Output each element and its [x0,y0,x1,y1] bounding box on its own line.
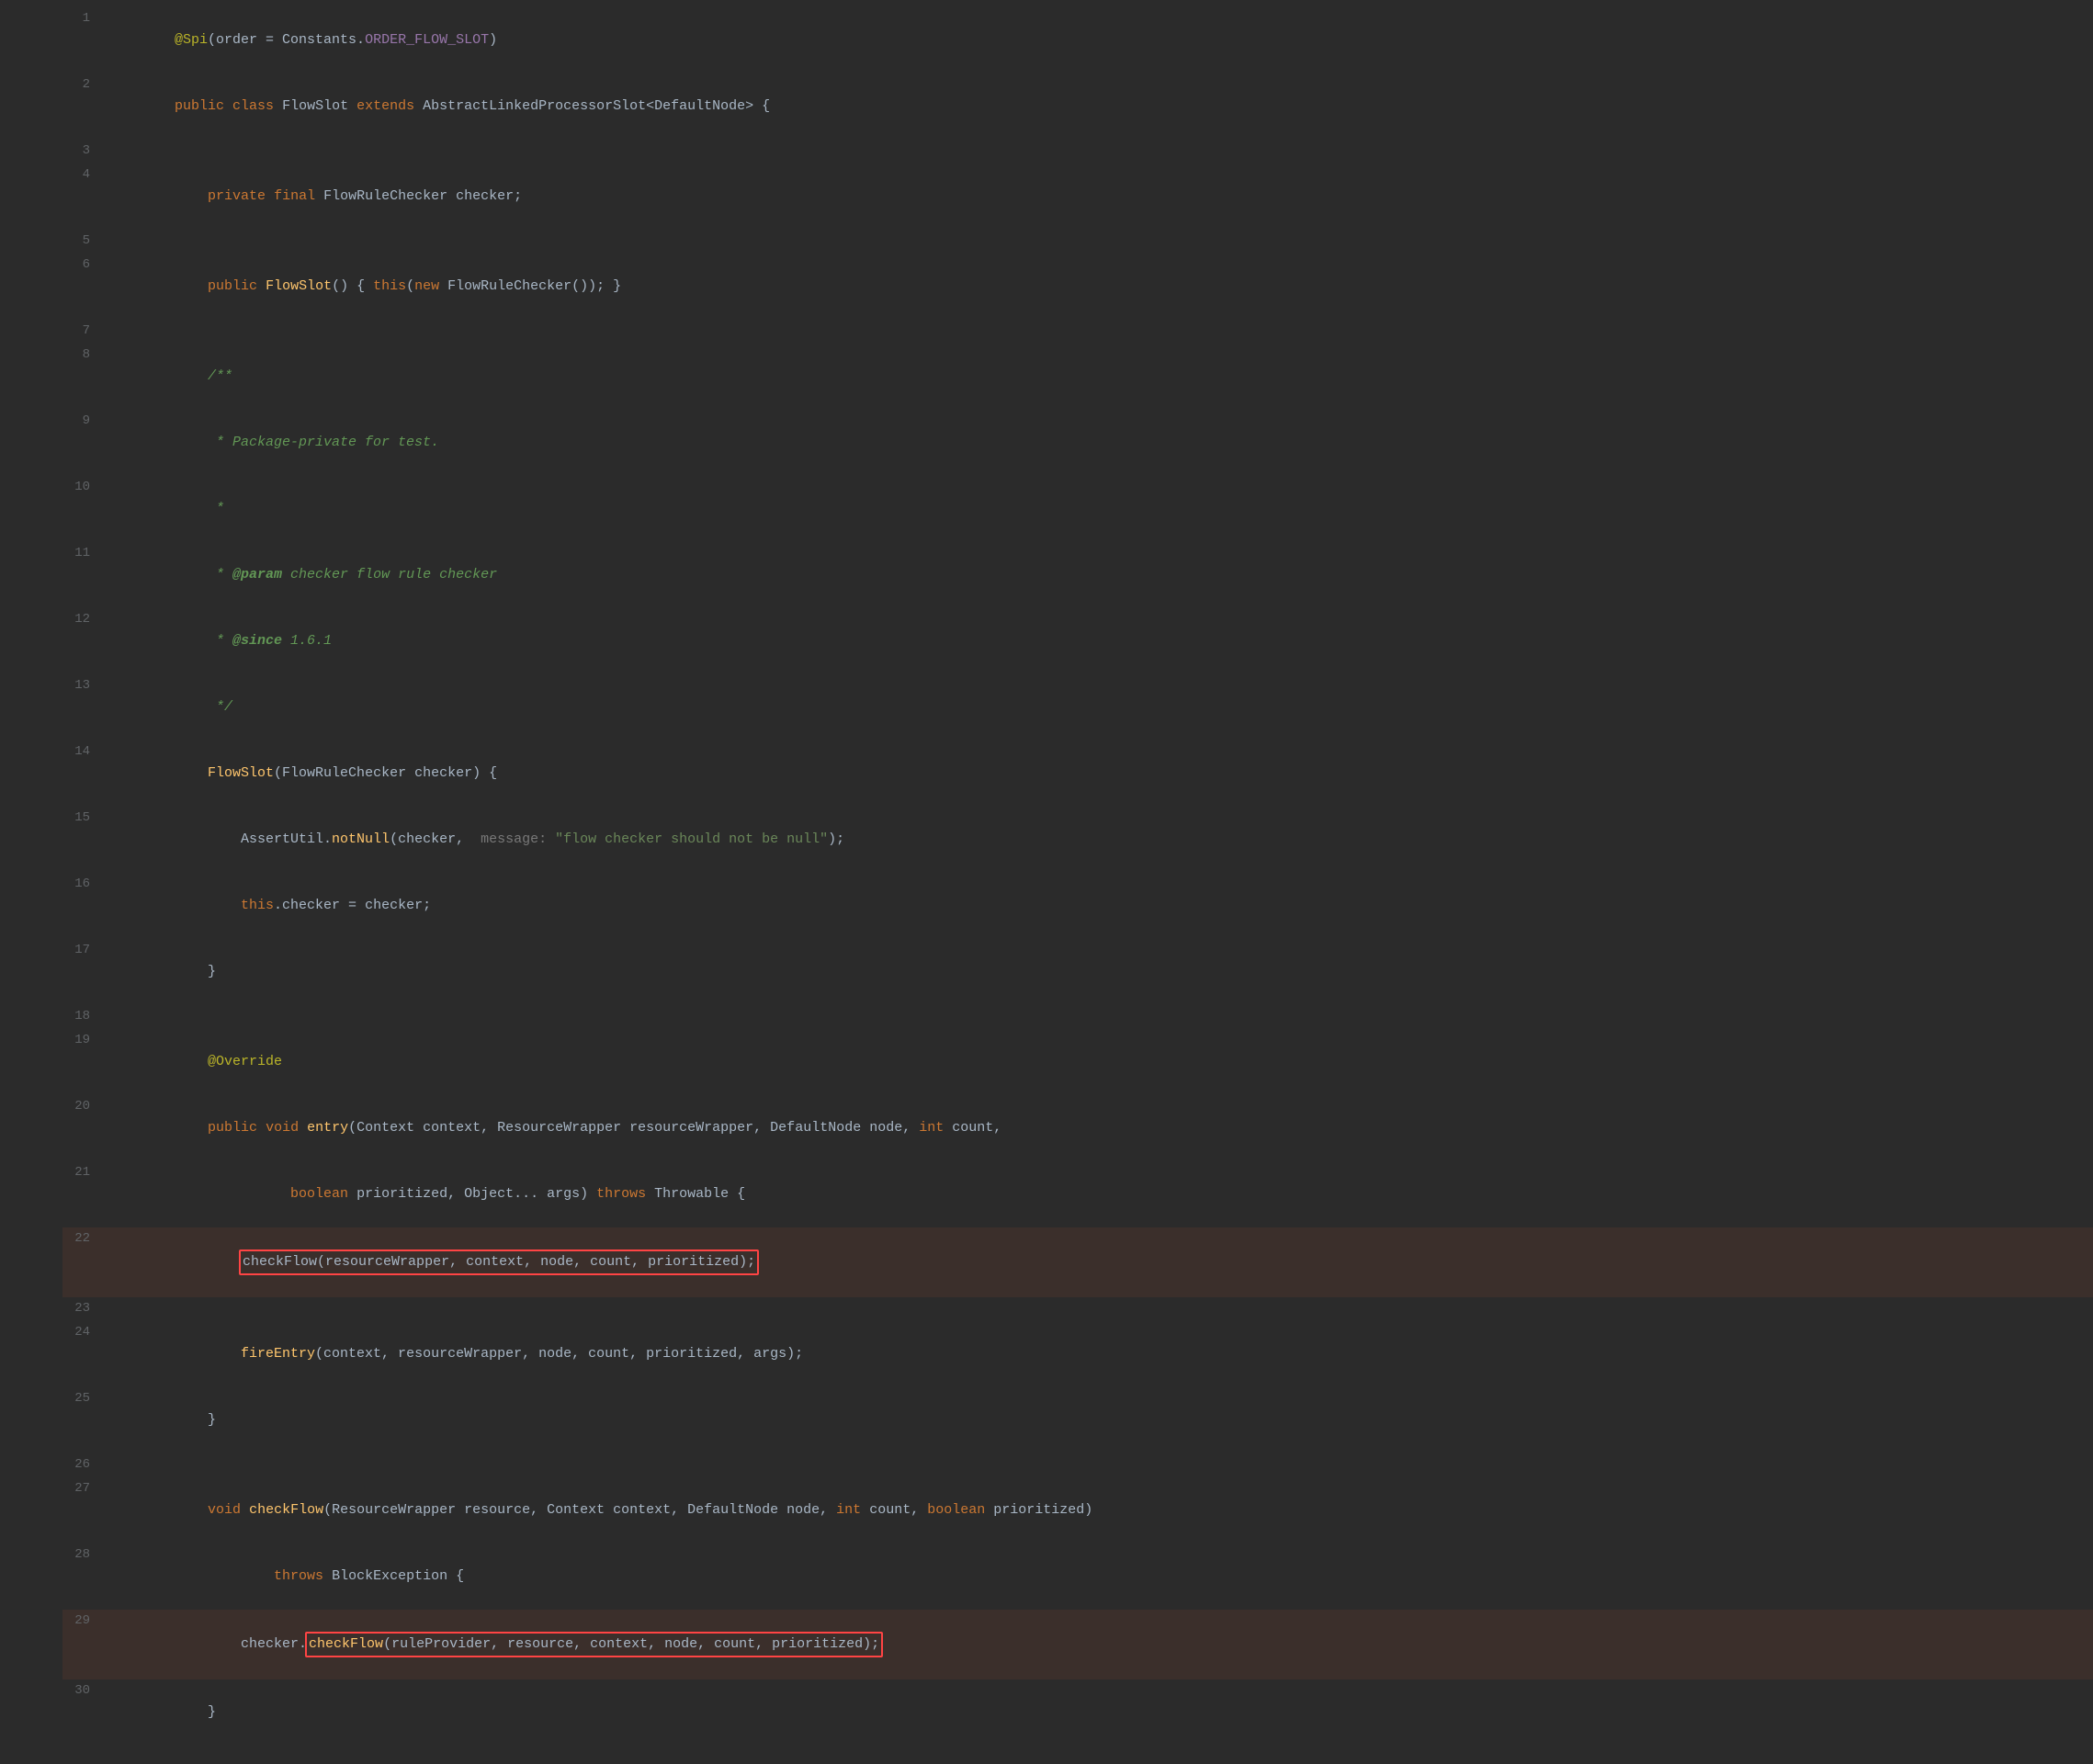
line-28: 28 throws BlockException { [62,1544,2093,1610]
annotation-spi: @Spi [175,32,208,48]
line-11: 11 * @param checker flow rule checker [62,542,2093,608]
line-15: 15 AssertUtil.notNull(checker, message: … [62,807,2093,873]
line-20: 20 public void entry(Context context, Re… [62,1095,2093,1161]
line-8: 8 /** [62,344,2093,410]
gutter [0,0,44,1764]
line-13: 13 */ [62,674,2093,741]
line-27: 27 void checkFlow(ResourceWrapper resour… [62,1477,2093,1544]
line-12: 12 * @since 1.6.1 [62,608,2093,674]
line-1: 1 @Spi(order = Constants.ORDER_FLOW_SLOT… [62,7,2093,74]
line-9: 9 * Package-private for test. [62,410,2093,476]
line-10: 10 * [62,476,2093,542]
line-24: 24 fireEntry(context, resourceWrapper, n… [62,1321,2093,1387]
outlined-checkflow-call: checkFlow(resourceWrapper, context, node… [239,1250,759,1275]
line-19: 19 @Override [62,1029,2093,1095]
line-29: 29 checker.checkFlow(ruleProvider, resou… [62,1610,2093,1679]
line-30: 30 } [62,1679,2093,1746]
line-26: 26 [62,1453,2093,1477]
line-25: 25 } [62,1387,2093,1453]
line-23: 23 [62,1297,2093,1321]
line-2: 2 public class FlowSlot extends Abstract… [62,74,2093,140]
line-21: 21 boolean prioritized, Object... args) … [62,1161,2093,1227]
line-7: 7 [62,320,2093,344]
line-3: 3 [62,140,2093,164]
outlined-checker-checkflow-call: checkFlow(ruleProvider, resource, contex… [305,1632,883,1657]
code-content: 1 @Spi(order = Constants.ORDER_FLOW_SLOT… [44,0,2093,1764]
line-4: 4 private final FlowRuleChecker checker; [62,164,2093,230]
line-16: 16 this.checker = checker; [62,873,2093,939]
line-17: 17 } [62,939,2093,1005]
line-5: 5 [62,230,2093,254]
line-6: 6 public FlowSlot() { this(new FlowRuleC… [62,254,2093,320]
code-editor: 1 @Spi(order = Constants.ORDER_FLOW_SLOT… [0,0,2093,1764]
line-22: 22 checkFlow(resourceWrapper, context, n… [62,1227,2093,1297]
line-18: 18 [62,1005,2093,1029]
line-14: 14 FlowSlot(FlowRuleChecker checker) { [62,741,2093,807]
